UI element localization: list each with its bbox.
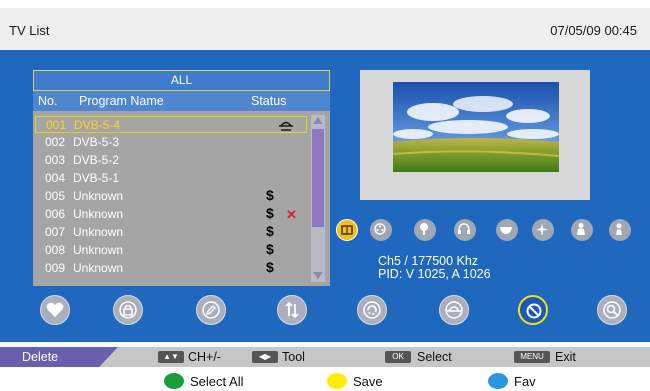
scrambled-icon: $ <box>266 241 274 257</box>
blue-key-icon[interactable] <box>488 373 508 389</box>
select-label: Select <box>417 350 452 364</box>
group-selector[interactable]: ALL <box>33 70 330 91</box>
channel-name: Unknown <box>73 207 124 221</box>
green-key-icon[interactable] <box>164 373 184 389</box>
scrambled-icon: $ <box>266 223 274 239</box>
scroll-thumb[interactable] <box>312 129 324 227</box>
channel-name: Unknown <box>73 189 124 203</box>
yellow-key-icon[interactable] <box>327 373 347 389</box>
main-panel: ALL No. Program Name Status 001 DVB-5-4 … <box>0 50 650 342</box>
delete-icon <box>526 303 542 319</box>
channel-name: Unknown <box>73 261 124 275</box>
skip-button[interactable] <box>439 295 469 325</box>
title-bar: TV List 07/05/09 00:45 <box>0 8 650 50</box>
channel-info: Ch5 / 177500 Khz PID: V 1025, A 1026 <box>378 255 491 281</box>
channel-row[interactable]: 007 Unknown $ <box>35 223 307 241</box>
food-icon[interactable] <box>496 219 518 241</box>
tv-icon[interactable] <box>336 219 358 241</box>
scrambled-icon: $ <box>266 259 274 275</box>
channel-row[interactable]: 008 Unknown $ <box>35 241 307 259</box>
tool-label: Tool <box>282 350 305 364</box>
edit-icon <box>202 301 220 319</box>
save-label: Save <box>353 374 383 389</box>
column-no: No. <box>38 94 58 108</box>
channel-number: 008 <box>45 243 66 257</box>
find-icon <box>603 301 621 319</box>
find-button[interactable] <box>597 295 627 325</box>
sort-button[interactable] <box>357 295 387 325</box>
video-preview <box>393 82 559 172</box>
channel-row[interactable]: 005 Unknown $ <box>35 187 307 205</box>
channel-name: Unknown <box>73 225 124 239</box>
column-status: Status <box>251 94 287 108</box>
music-icon[interactable] <box>454 219 476 241</box>
kids-icon[interactable] <box>609 219 631 241</box>
channel-row[interactable]: 002 DVB-5-3 <box>35 134 307 151</box>
channel-number: 001 <box>46 118 67 132</box>
channel-name: Unknown <box>73 243 124 257</box>
pid-text: PID: V 1025, A 1026 <box>378 267 491 281</box>
channel-number: 003 <box>45 153 66 167</box>
scrambled-icon: $ <box>266 205 274 221</box>
scrambled-icon: $ <box>266 187 274 203</box>
delete-mark-icon: ✕ <box>286 207 297 222</box>
channel-number: 006 <box>45 207 66 221</box>
left-right-key-icon: ◀▶ <box>252 351 278 363</box>
channel-name: DVB-5-4 <box>74 118 121 132</box>
channel-row[interactable]: 004 DVB-5-1 <box>35 170 307 187</box>
ch-label: CH+/- <box>188 350 221 364</box>
menu-key-icon: MENU <box>514 351 550 363</box>
channel-row[interactable]: 001 DVB-5-4 <box>35 116 307 133</box>
channel-list-panel: ALL No. Program Name Status 001 DVB-5-4 … <box>33 70 330 286</box>
channel-list: 001 DVB-5-4 002 DVB-5-3 003 DVB-5-2 004 … <box>33 111 330 286</box>
channel-name: DVB-5-3 <box>73 135 120 149</box>
news-icon[interactable] <box>414 219 436 241</box>
favorite-icon <box>46 302 64 317</box>
channel-number: 004 <box>45 171 66 185</box>
skip-icon <box>279 121 293 131</box>
scroll-up-icon[interactable] <box>313 117 323 124</box>
channel-number: 005 <box>45 189 66 203</box>
lock-icon <box>119 301 137 319</box>
preview-frame <box>360 70 590 200</box>
move-button[interactable] <box>277 295 307 325</box>
delete-mode-label: Delete <box>0 347 118 367</box>
skip-icon <box>445 301 463 319</box>
delete-button[interactable] <box>518 295 548 325</box>
exit-label: Exit <box>555 350 576 364</box>
sort-icon <box>363 301 381 319</box>
person-icon[interactable] <box>571 219 593 241</box>
edit-button[interactable] <box>196 295 226 325</box>
channel-name: DVB-5-1 <box>73 171 120 185</box>
channel-name: DVB-5-2 <box>73 153 120 167</box>
lock-button[interactable] <box>113 295 143 325</box>
film-icon[interactable] <box>370 219 392 241</box>
column-program-name: Program Name <box>79 94 164 108</box>
select-all-label: Select All <box>190 374 244 389</box>
channel-row[interactable]: 009 Unknown $ <box>35 259 307 277</box>
up-down-key-icon: ▲▼ <box>158 351 184 363</box>
move-icon <box>285 301 299 319</box>
datetime: 07/05/09 00:45 <box>550 23 637 38</box>
channel-number: 009 <box>45 261 66 275</box>
channel-number: 007 <box>45 225 66 239</box>
scroll-down-icon[interactable] <box>313 272 323 279</box>
travel-icon[interactable] <box>532 219 554 241</box>
channel-row[interactable]: 003 DVB-5-2 <box>35 152 307 169</box>
favorite-button[interactable] <box>40 295 70 325</box>
list-column-header: No. Program Name Status <box>33 91 330 111</box>
color-key-bar: Select All Save Fav <box>0 370 650 391</box>
list-scrollbar[interactable] <box>311 115 325 282</box>
ok-key-icon: OK <box>385 351 411 363</box>
help-bar: Delete ▲▼ CH+/- ◀▶ Tool OK Select MENU E… <box>0 347 650 367</box>
channel-row[interactable]: 006 Unknown $ ✕ <box>35 205 307 223</box>
page-title: TV List <box>9 23 50 38</box>
fav-label: Fav <box>514 374 536 389</box>
channel-number: 002 <box>45 135 66 149</box>
